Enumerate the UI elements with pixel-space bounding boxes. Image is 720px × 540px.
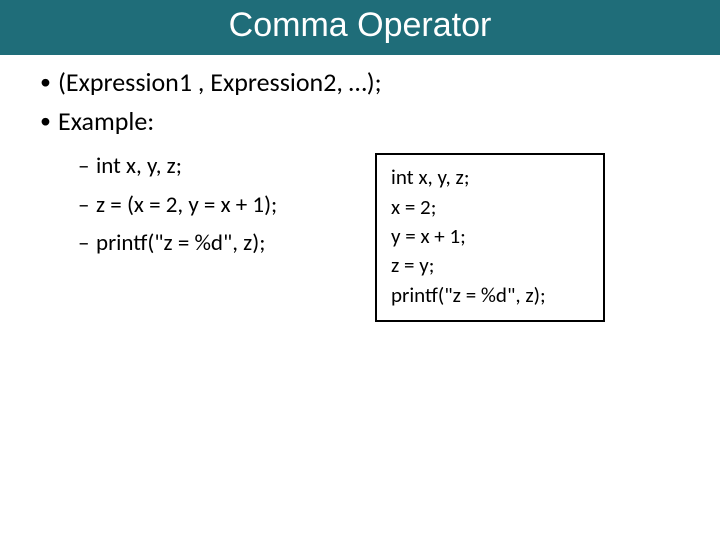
bullet-syntax: • (Expression1 , Expression2, …); [40, 65, 680, 100]
slide-title: Comma Operator [0, 6, 720, 45]
sub-bullet-text: int x, y, z; [96, 149, 182, 184]
sub-bullet: – printf("z = %d", z); [78, 226, 370, 261]
dash-icon: – [78, 149, 96, 184]
code-line: x = 2; [391, 193, 589, 222]
code-line: printf("z = %d", z); [391, 281, 589, 310]
dash-icon: – [78, 188, 96, 223]
content-area: • (Expression1 , Expression2, …); • Exam… [0, 55, 720, 322]
code-line: int x, y, z; [391, 163, 589, 192]
code-line: y = x + 1; [391, 222, 589, 251]
left-column: – int x, y, z; – z = (x = 2, y = x + 1);… [40, 149, 370, 265]
bullet-dot-icon: • [40, 104, 58, 137]
sub-bullet: – int x, y, z; [78, 149, 370, 184]
dash-icon: – [78, 226, 96, 261]
bullet-example: • Example: [40, 104, 680, 139]
right-column: int x, y, z; x = 2; y = x + 1; z = y; pr… [375, 153, 605, 322]
bullet-dot-icon: • [40, 65, 58, 98]
bullet-example-text: Example: [58, 104, 154, 139]
title-bar: Comma Operator [0, 0, 720, 55]
sub-bullet-text: z = (x = 2, y = x + 1); [96, 188, 277, 223]
sub-bullet: – z = (x = 2, y = x + 1); [78, 188, 370, 223]
bullet-syntax-text: (Expression1 , Expression2, …); [58, 65, 382, 100]
slide: Comma Operator • (Expression1 , Expressi… [0, 0, 720, 540]
two-column-area: – int x, y, z; – z = (x = 2, y = x + 1);… [40, 149, 680, 322]
code-line: z = y; [391, 251, 589, 280]
equivalent-code-box: int x, y, z; x = 2; y = x + 1; z = y; pr… [375, 153, 605, 322]
sub-bullet-text: printf("z = %d", z); [96, 226, 265, 261]
